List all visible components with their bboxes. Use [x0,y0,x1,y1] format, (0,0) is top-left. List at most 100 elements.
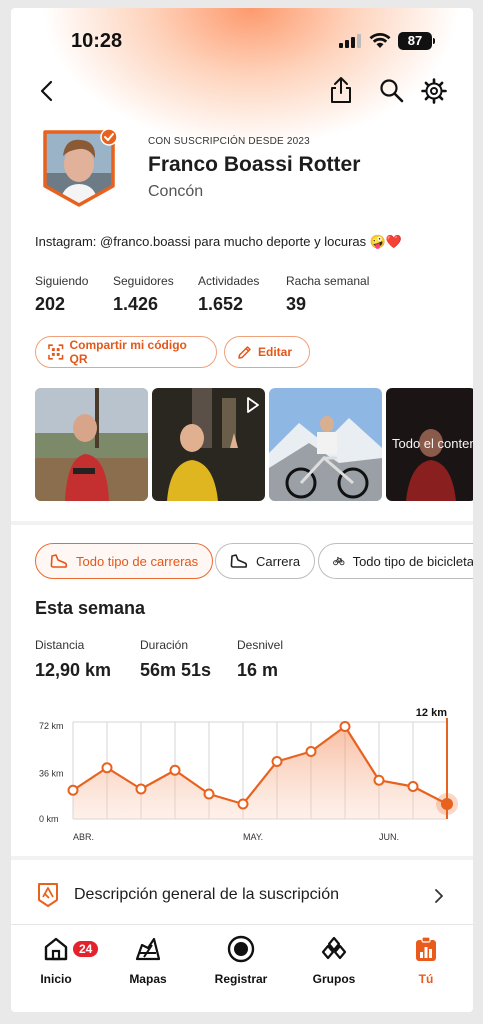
photo-2-video[interactable] [152,388,265,501]
tab-home[interactable]: 24 Inicio [16,935,101,986]
tab-you[interactable]: Tú [386,935,466,986]
back-icon[interactable] [39,80,55,102]
data-point [203,788,215,800]
data-point [135,783,147,795]
week-stat-distance: Distancia 12,90 km [35,638,111,681]
tab-label: Mapas [129,972,167,986]
bottom-tab-bar: 24 Inicio Mapas Registrar Grupos Tú [11,924,473,1012]
photo-all-content[interactable]: Todo el conten [386,388,473,501]
filter-chip-all-bikes[interactable]: Todo tipo de bicicleta [318,543,473,579]
share-qr-button[interactable]: Compartir mi código QR [35,336,217,368]
section-divider [11,521,473,525]
stat-value: 1.426 [113,294,159,314]
stat-followers[interactable]: Seguidores 1.426 [113,274,174,315]
week-stat-label: Duración [140,638,189,652]
stat-value: 39 [286,294,307,314]
week-stat-value: 56m 51s [140,660,212,680]
filter-label: Todo tipo de bicicleta [352,553,473,569]
week-title: Esta semana [35,598,146,618]
running-shoe-icon [50,554,68,568]
all-content-overlay: Todo el conten [392,436,473,451]
profile-name: Franco Boassi Rotter [148,153,361,176]
data-point [67,784,79,796]
map-icon [135,937,161,961]
stat-value: 1.652 [198,294,244,314]
you-icon [416,936,436,961]
subscription-overview-label: Descripción general de la suscripción [74,886,340,903]
data-point [373,774,385,786]
stat-activities[interactable]: Actividades 1.652 [198,274,259,315]
series-area [73,726,447,819]
edit-profile-button[interactable]: Editar [224,336,310,368]
week-stat-value: 16 m [237,660,279,680]
data-point [271,756,283,767]
stat-label: Actividades [198,274,260,288]
record-icon [227,935,255,963]
chevron-right-icon [435,889,443,903]
x-tick-label: JUN. [379,832,399,842]
tab-record[interactable]: Registrar [201,935,281,986]
filter-chip-run[interactable]: Carrera [215,543,316,579]
data-point [305,746,317,757]
data-point [237,798,249,810]
tab-groups[interactable]: Grupos [294,935,374,986]
weekly-distance-chart[interactable]: 72 km 36 km 0 km ABR. MAY. JUN. 12 km [11,698,473,848]
tab-maps[interactable]: Mapas [108,935,188,986]
data-point [407,781,419,792]
stat-label: Racha semanal [286,274,370,288]
week-stat-value: 12,90 km [35,660,112,680]
home-icon [44,937,68,961]
pencil-icon [238,345,251,359]
status-bar: 10:28 87 [11,30,473,54]
subscription-overview-row[interactable]: Descripción general de la suscripción [11,870,473,920]
subscription-since-label: CON SUSCRIPCIÓN DESDE 2023 [148,136,310,147]
week-stat-label: Desnivel [237,638,284,652]
week-stat-elevation: Desnivel 16 m [237,638,283,681]
tab-label: Grupos [312,972,356,986]
wifi-icon [369,33,391,48]
tab-label: Registrar [214,972,268,986]
status-time: 10:28 [71,30,123,52]
data-point [169,764,181,776]
profile-city: Concón [148,183,204,200]
share-qr-label: Compartir mi código QR [69,338,187,366]
tab-label: Inicio [40,972,72,986]
filter-label: Todo tipo de carreras [76,553,199,569]
stat-label: Seguidores [113,274,174,288]
photo-1[interactable] [35,388,148,501]
section-divider [11,856,473,860]
qr-code-icon [48,344,64,360]
data-point-current [441,798,453,810]
filter-chip-all-runs[interactable]: Todo tipo de carreras [35,543,214,579]
week-stat-duration: Duración 56m 51s [140,638,211,681]
y-tick-label: 0 km [39,814,59,824]
notification-badge: 24 [71,939,101,959]
app-screen: 10:28 87 CON SUSCRIPCIÓN DESDE 2023 Fran… [11,8,473,1012]
data-point [339,721,351,732]
photo-3[interactable] [269,388,382,501]
signal-icon [339,34,361,48]
data-point [101,762,113,774]
y-tick-label: 36 km [39,769,64,779]
share-icon[interactable] [329,76,353,104]
bicycle-icon [333,557,345,566]
settings-gear-icon[interactable] [421,78,447,104]
x-tick-label: ABR. [73,832,94,842]
subscription-badge-icon [38,883,58,907]
profile-avatar[interactable] [41,128,117,208]
profile-bio: Instagram: @franco.boassi para mucho dep… [35,234,403,249]
battery-tip [433,38,435,44]
week-stat-label: Distancia [35,638,85,652]
stat-following[interactable]: Siguiendo 202 [35,274,88,315]
groups-icon [321,936,347,960]
current-value-label: 12 km [416,707,447,719]
edit-label: Editar [258,345,293,359]
search-icon[interactable] [379,78,405,104]
running-shoe-icon [230,554,248,568]
stat-label: Siguiendo [35,274,89,288]
battery-indicator: 87 [398,32,432,50]
x-tick-label: MAY. [243,832,263,842]
filter-label: Carrera [256,553,301,569]
stat-weekly-streak[interactable]: Racha semanal 39 [286,274,369,315]
tab-label: Tú [418,972,434,986]
